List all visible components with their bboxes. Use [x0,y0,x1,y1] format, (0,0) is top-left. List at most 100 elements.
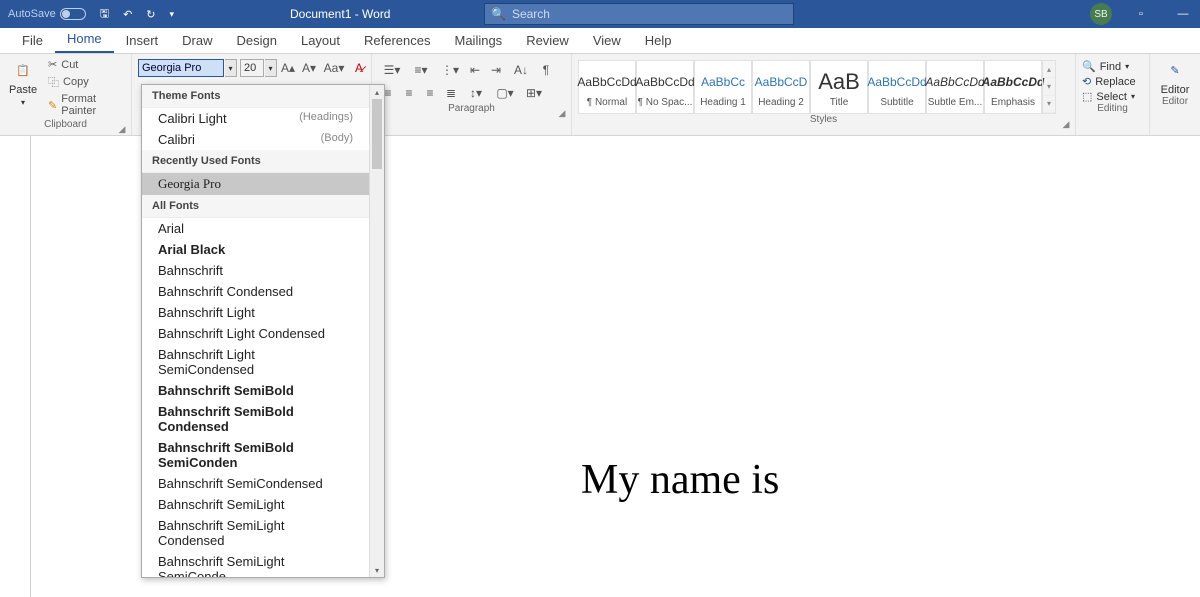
style-item[interactable]: AaBbCcDHeading 2 [752,60,810,114]
format-painter-button[interactable]: ✎Format Painter [48,93,125,117]
font-dropdown-list[interactable]: Theme FontsCalibri Light(Headings)Calibr… [141,84,385,578]
borders-button[interactable]: ⊞▾ [520,83,548,103]
save-icon[interactable]: 🖫 [100,5,109,24]
group-styles: AaBbCcDd¶ NormalAaBbCcDd¶ No Spac...AaBb… [572,54,1076,135]
font-list-item[interactable]: Bahnschrift SemiBold Condensed [142,401,369,437]
tab-mailings[interactable]: Mailings [443,29,515,53]
dialog-launcher-icon[interactable]: ◢ [117,124,127,134]
decrease-indent-button[interactable]: ⇤ [465,60,485,80]
minimize-icon[interactable]: — [1170,0,1196,28]
font-name-dropdown[interactable]: ▾ [225,59,237,77]
scrollbar[interactable]: ▴ ▾ [369,85,384,577]
tab-view[interactable]: View [581,29,633,53]
font-size-input[interactable]: 20 [240,59,264,77]
quick-access-toolbar: 🖫 ↶ ↻ ▾ [94,5,180,24]
ribbon-display-icon[interactable]: ▫ [1128,0,1154,28]
ribbon-tabs: File Home Insert Draw Design Layout Refe… [0,28,1200,54]
font-list-item[interactable]: Bahnschrift SemiLight Condensed [142,515,369,551]
user-avatar[interactable]: SB [1090,3,1112,25]
font-list-heading: Recently Used Fonts [142,150,369,173]
select-button[interactable]: ⬚Select▾ [1082,90,1143,103]
font-name-input[interactable]: Georgia Pro [138,59,224,77]
style-item[interactable]: AaBbCcDdEmphasis [984,60,1042,114]
shrink-font-button[interactable]: A▾ [299,58,319,78]
cut-icon: ✂ [48,58,57,71]
paste-icon: 📋 [11,58,35,82]
font-list-item[interactable]: Calibri(Body) [142,129,369,150]
font-list-item[interactable]: Bahnschrift Light [142,302,369,323]
align-center-button[interactable]: ≡ [399,83,419,103]
tab-layout[interactable]: Layout [289,29,352,53]
font-list-item[interactable]: Bahnschrift Light SemiCondensed [142,344,369,380]
tab-references[interactable]: References [352,29,442,53]
style-item[interactable]: AaBbCcHeading 1 [694,60,752,114]
search-input[interactable]: 🔍 Search [484,3,794,25]
cut-button[interactable]: ✂Cut [48,58,125,71]
document-title: Document1 - Word [290,7,390,21]
find-button[interactable]: 🔍Find▾ [1082,60,1143,73]
undo-icon[interactable]: ↶ [123,8,132,21]
align-right-button[interactable]: ≡ [420,83,440,103]
font-list-item[interactable]: Bahnschrift SemiLight [142,494,369,515]
scroll-thumb[interactable] [372,99,382,169]
autosave-toggle[interactable]: AutoSave [0,8,94,20]
line-spacing-button[interactable]: ↕▾ [462,83,490,103]
title-bar: AutoSave 🖫 ↶ ↻ ▾ Document1 - Word 🔍 Sear… [0,0,1200,28]
font-list-item[interactable]: Bahnschrift Light Condensed [142,323,369,344]
tab-review[interactable]: Review [514,29,581,53]
redo-icon[interactable]: ↻ [146,8,155,21]
dialog-launcher-icon[interactable]: ◢ [1061,119,1071,129]
tab-home[interactable]: Home [55,27,114,53]
font-list-item[interactable]: Bahnschrift SemiBold [142,380,369,401]
group-paragraph: ☰▾ ≡▾ ⋮▾ ⇤ ⇥ A↓ ¶ ≡ ≡ ≡ ≣ ↕▾ ▢▾ ⊞▾ Parag… [372,54,572,135]
change-case-button[interactable]: Aa▾ [320,58,348,78]
font-list-item[interactable]: Calibri Light(Headings) [142,108,369,129]
style-item[interactable]: AaBbCcDdSubtle Em... [926,60,984,114]
editor-button[interactable]: ✎ Editor [1156,58,1194,96]
font-list-item[interactable]: Bahnschrift SemiLight SemiConde [142,551,369,577]
qat-dropdown-icon[interactable]: ▾ [170,9,175,20]
replace-button[interactable]: ⟲Replace [1082,75,1143,88]
font-list-item[interactable]: Bahnschrift SemiBold SemiConden [142,437,369,473]
toggle-off-icon [60,8,86,20]
copy-button[interactable]: ⿻Copy [48,74,125,90]
font-list-item[interactable]: Arial [142,218,369,239]
sort-button[interactable]: A↓ [507,60,535,80]
scroll-up-icon[interactable]: ▴ [370,85,384,99]
tab-help[interactable]: Help [633,29,684,53]
font-list-item[interactable]: Bahnschrift SemiCondensed [142,473,369,494]
increase-indent-button[interactable]: ⇥ [486,60,506,80]
justify-button[interactable]: ≣ [441,83,461,103]
tab-file[interactable]: File [10,29,55,53]
replace-icon: ⟲ [1082,75,1091,88]
shading-button[interactable]: ▢▾ [491,83,519,103]
bullets-button[interactable]: ☰▾ [378,60,406,80]
font-size-dropdown[interactable]: ▾ [265,59,277,77]
show-marks-button[interactable]: ¶ [536,60,556,80]
font-list-item[interactable]: Arial Black [142,239,369,260]
multilevel-button[interactable]: ⋮▾ [436,60,464,80]
font-list-heading: Theme Fonts [142,85,369,108]
dialog-launcher-icon[interactable]: ◢ [557,108,567,118]
copy-icon: ⿻ [48,74,59,90]
document-text[interactable]: My name is [581,456,779,504]
style-item[interactable]: AaBbCcDd¶ Normal [578,60,636,114]
scroll-down-icon[interactable]: ▾ [370,563,384,577]
font-list-heading: All Fonts [142,195,369,218]
group-clipboard: 📋 Paste ▾ ✂Cut ⿻Copy ✎Format Painter Cli… [0,54,132,135]
style-item[interactable]: AaBbCcDd¶ No Spac... [636,60,694,114]
paste-button[interactable]: 📋 Paste ▾ [6,58,40,107]
tab-draw[interactable]: Draw [170,29,224,53]
tab-design[interactable]: Design [225,29,289,53]
clear-formatting-button[interactable]: A̷ [349,58,369,78]
font-list-item[interactable]: Bahnschrift Condensed [142,281,369,302]
search-icon: 🔍 [491,7,506,21]
grow-font-button[interactable]: A▴ [278,58,298,78]
font-list-item[interactable]: Bahnschrift [142,260,369,281]
style-item[interactable]: AaBTitle [810,60,868,114]
tab-insert[interactable]: Insert [114,29,171,53]
numbering-button[interactable]: ≡▾ [407,60,435,80]
styles-more-button[interactable]: ▴▾▾ [1042,60,1056,114]
font-list-item[interactable]: Georgia Pro [142,173,369,195]
style-item[interactable]: AaBbCcDdSubtitle [868,60,926,114]
